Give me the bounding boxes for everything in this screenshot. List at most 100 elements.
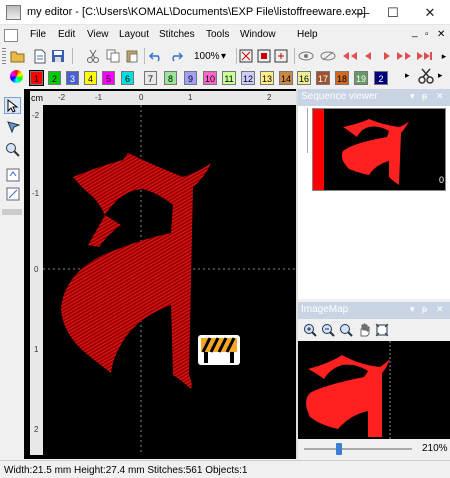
paste-icon[interactable] — [124, 48, 140, 64]
close-button[interactable]: ✕ — [415, 0, 445, 25]
pin-icon[interactable]: ᵽ — [422, 304, 427, 314]
design-svg — [43, 105, 296, 455]
cut-icon[interactable] — [85, 48, 101, 64]
color-wheel-icon[interactable] — [10, 70, 23, 83]
menu-view[interactable]: View — [87, 29, 109, 40]
embroidery-canvas[interactable] — [43, 105, 296, 455]
zoom-slider-track[interactable] — [304, 448, 412, 450]
mdi-restore-button[interactable]: ▫ — [425, 29, 429, 40]
menu-tools[interactable]: Tools — [206, 29, 229, 40]
zoom-icon[interactable] — [4, 141, 21, 158]
fit-design-icon[interactable] — [256, 48, 272, 64]
color-swatch[interactable]: 17 — [316, 71, 330, 85]
color-swatch[interactable]: 4 — [84, 71, 97, 85]
toolbox-expander[interactable] — [2, 209, 22, 215]
stitch-end-icon[interactable] — [416, 48, 432, 64]
pin-icon[interactable]: ᵽ — [422, 91, 427, 101]
show-points-icon[interactable] — [320, 48, 336, 64]
redo-icon[interactable] — [168, 48, 184, 64]
toolbar-separator — [144, 48, 145, 64]
menu-window[interactable]: Window — [240, 29, 276, 40]
color-palette-bar: 1 2 3 4 5 6 7 8 9 10 11 12 13 14 16 17 18 19 2 ▸ ▸ — [0, 67, 450, 89]
show-stitches-icon[interactable] — [298, 48, 314, 64]
sequence-item[interactable]: 0 — [312, 108, 446, 191]
hand-pan-icon[interactable] — [356, 322, 372, 338]
select-arrow-icon[interactable] — [4, 97, 21, 114]
panel-menu-icon[interactable]: ▾ — [410, 304, 415, 315]
color-swatch[interactable]: 19 — [354, 71, 368, 85]
color-swatch[interactable]: 1 — [29, 70, 44, 86]
maximize-button[interactable]: ☐ — [378, 0, 408, 25]
stitch-edit-icon[interactable] — [4, 118, 21, 135]
stitch-forward-icon[interactable] — [396, 48, 412, 64]
color-swatch[interactable]: 14 — [279, 71, 293, 85]
status-text: Width:21.5 mm Height:27.4 mm Stitches:56… — [4, 465, 248, 476]
stitch-step-back-icon[interactable] — [361, 48, 377, 64]
color-swatch[interactable]: 2 — [374, 71, 388, 85]
color-swatch[interactable]: 11 — [222, 71, 236, 85]
color-swatch[interactable]: 6 — [121, 71, 134, 85]
color-swatch[interactable]: 3 — [66, 71, 79, 85]
sequence-viewer-title-bar: Sequence viewer ▾ ᵽ ✕ — [298, 89, 450, 106]
open-folder-icon[interactable] — [10, 48, 26, 64]
fit-window-icon[interactable] — [374, 322, 390, 338]
mdi-close-button[interactable]: ✕ — [437, 29, 445, 40]
chevron-down-icon: ▾ — [221, 51, 227, 62]
open-file-icon[interactable] — [32, 48, 48, 64]
color-swatch[interactable]: 13 — [260, 71, 274, 85]
vertical-ruler: -2 -1 0 1 2 — [30, 105, 43, 455]
sequence-tree-line — [307, 108, 308, 153]
ruler-unit-label: cm — [31, 93, 43, 103]
zoom-fit-icon[interactable] — [338, 322, 354, 338]
copy-icon[interactable] — [105, 48, 121, 64]
zoom-in-icon[interactable] — [302, 322, 318, 338]
color-swatch[interactable]: 8 — [164, 71, 177, 85]
sequence-viewer-title: Sequence viewer — [301, 91, 378, 102]
menu-bar: File Edit View Layout Stitches Tools Win… — [0, 25, 450, 45]
color-swatch[interactable]: 18 — [335, 71, 349, 85]
color-swatch[interactable]: 9 — [184, 71, 197, 85]
color-swatch[interactable]: 2 — [48, 71, 61, 85]
measure-icon[interactable] — [4, 185, 21, 202]
toolbar-separator — [236, 48, 237, 64]
toolbar-overflow-icon[interactable]: ▸ — [436, 48, 450, 64]
menu-file[interactable]: File — [30, 29, 46, 40]
palette-overflow-icon[interactable]: ▸ — [405, 70, 410, 81]
palette-overflow-icon-2[interactable]: ▸ — [438, 70, 443, 81]
color-swatch[interactable]: 10 — [203, 71, 217, 85]
color-swatch[interactable]: 12 — [241, 71, 255, 85]
color-swatch[interactable]: 16 — [297, 71, 311, 85]
fit-page-icon[interactable] — [273, 48, 289, 64]
menu-stitches[interactable]: Stitches — [159, 29, 195, 40]
color-swatch[interactable]: 5 — [102, 71, 115, 85]
menu-edit[interactable]: Edit — [58, 29, 75, 40]
minimize-button[interactable]: — — [348, 0, 378, 25]
panel-menu-icon[interactable]: ▾ — [410, 91, 415, 102]
v-tick-label: -1 — [32, 189, 40, 198]
panel-close-icon[interactable]: ✕ — [436, 91, 444, 102]
zoom-slider-thumb[interactable] — [336, 443, 342, 455]
stitch-backward-icon[interactable] — [342, 48, 358, 64]
scissors-icon[interactable] — [418, 68, 434, 84]
h-tick-label: -2 — [58, 93, 66, 102]
color-swatch[interactable]: 7 — [144, 71, 157, 85]
fit-selection-icon[interactable] — [238, 48, 254, 64]
toolbar-separator — [72, 48, 73, 64]
undo-icon[interactable] — [148, 48, 164, 64]
app-icon — [6, 5, 21, 20]
imagemap-zoom-label: 210% — [422, 443, 448, 454]
panel-close-icon[interactable]: ✕ — [436, 304, 444, 315]
toolbar-grip[interactable] — [2, 48, 6, 64]
pan-icon[interactable] — [4, 166, 21, 183]
zoom-select[interactable]: 100% ▾ — [191, 49, 233, 64]
menu-help[interactable]: Help — [297, 29, 318, 40]
h-tick-label: 0 — [139, 93, 144, 102]
horizontal-ruler: -2 -1 0 1 2 — [30, 91, 296, 105]
zoom-out-icon[interactable] — [320, 322, 336, 338]
stitch-step-forward-icon[interactable] — [378, 48, 394, 64]
imagemap-panel[interactable] — [298, 341, 450, 439]
mdi-minimize-button[interactable]: _ — [412, 27, 418, 38]
save-icon[interactable] — [50, 48, 66, 64]
main-toolbar: 100% ▾ ▸ — [0, 45, 450, 67]
menu-layout[interactable]: Layout — [119, 29, 149, 40]
